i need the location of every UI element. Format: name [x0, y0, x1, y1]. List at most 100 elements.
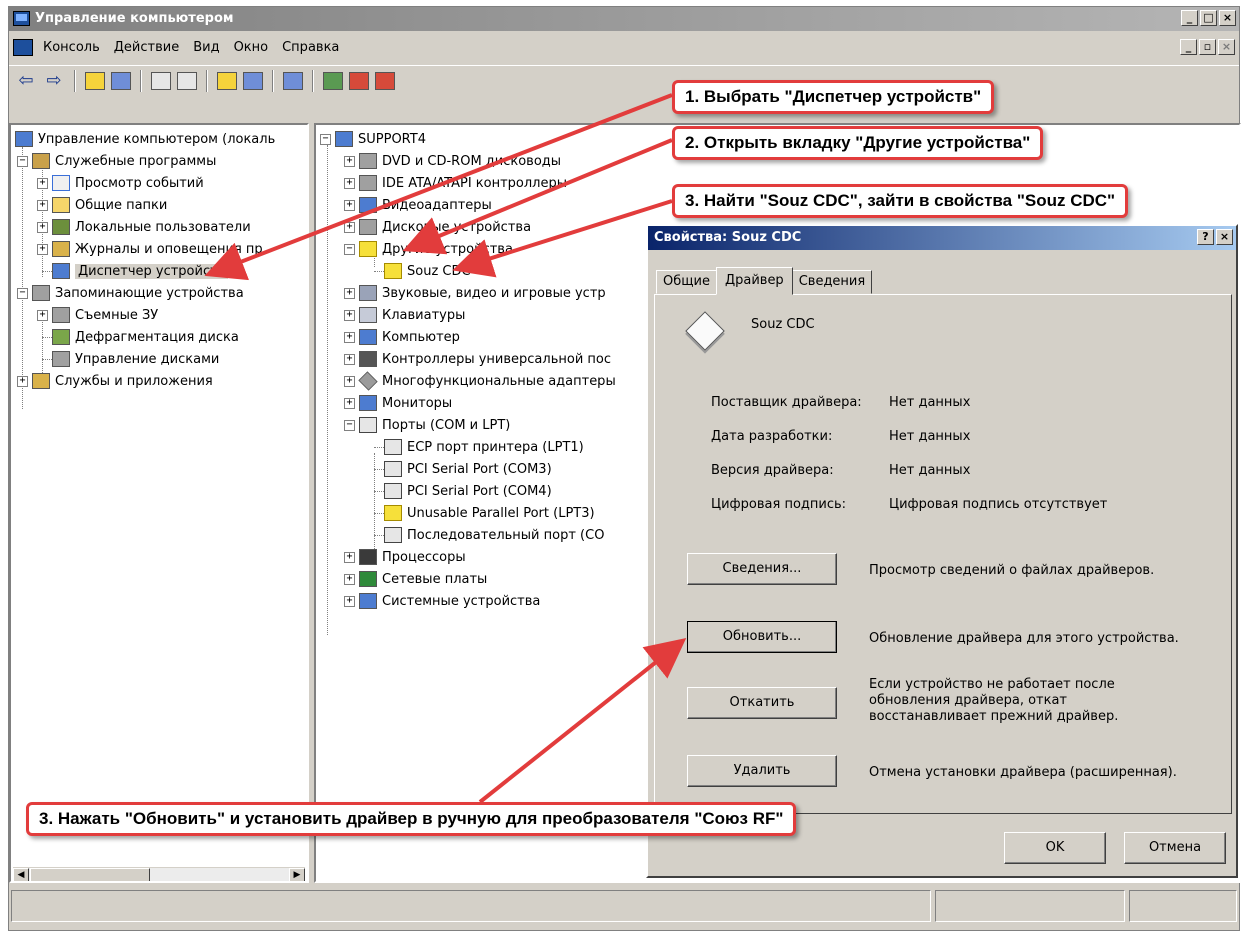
expand-icon[interactable]: + — [344, 331, 355, 343]
rollback-driver-button[interactable]: Откатить — [687, 687, 837, 719]
expand-icon[interactable]: + — [344, 309, 355, 321]
menu-window[interactable]: Окно — [230, 40, 279, 55]
tree-item-device-manager[interactable]: Диспетчер устройств — [42, 261, 229, 281]
ok-button[interactable]: OK — [1004, 832, 1106, 864]
expand-icon[interactable]: + — [344, 573, 355, 585]
menu-action[interactable]: Действие — [110, 40, 189, 55]
tree-item-removable-storage[interactable]: + Съемные ЗУ — [37, 305, 158, 325]
tab-driver[interactable]: Драйвер — [715, 267, 793, 295]
scroll-left-icon[interactable]: ◀ — [13, 868, 29, 881]
back-arrow-icon[interactable]: ⇦ — [15, 70, 37, 91]
expand-icon[interactable]: + — [37, 177, 48, 189]
show-tree-icon[interactable] — [111, 71, 131, 90]
tree-item-system-tools[interactable]: − Служебные программы — [17, 151, 216, 171]
expand-icon[interactable]: + — [344, 375, 355, 387]
expand-icon[interactable]: + — [344, 353, 355, 365]
device-category-ide[interactable]: + IDE ATA/ATAPI контроллеры — [344, 173, 567, 193]
minimize-button[interactable]: _ — [1181, 10, 1198, 26]
mdi-minimize-button[interactable]: _ — [1180, 39, 1197, 55]
maximize-button[interactable]: □ — [1200, 10, 1217, 26]
help-button[interactable]: ? — [1197, 229, 1214, 245]
tab-general[interactable]: Общие — [656, 270, 717, 294]
collapse-icon[interactable]: − — [344, 243, 355, 255]
expand-icon[interactable]: + — [37, 309, 48, 321]
scroll-thumb[interactable] — [30, 868, 150, 881]
menu-help[interactable]: Справка — [278, 40, 349, 55]
expand-icon[interactable]: + — [344, 221, 355, 233]
console-tree-icon[interactable] — [243, 71, 263, 90]
menu-view[interactable]: Вид — [189, 40, 229, 55]
device-category-system[interactable]: + Системные устройства — [344, 591, 540, 611]
device-category-usb[interactable]: + Контроллеры универсальной пос — [344, 349, 611, 369]
expand-icon[interactable]: + — [344, 397, 355, 409]
expand-icon[interactable]: + — [344, 551, 355, 563]
tree-item-event-viewer[interactable]: + Просмотр событий — [37, 173, 204, 193]
device-category-multifunction[interactable]: + Многофункциональные адаптеры — [344, 371, 616, 391]
collapse-icon[interactable]: − — [17, 287, 28, 299]
tree-item-services-apps[interactable]: + Службы и приложения — [17, 371, 213, 391]
forward-arrow-icon[interactable]: ⇨ — [43, 70, 65, 91]
expand-icon[interactable]: + — [344, 287, 355, 299]
device-port-lpt1[interactable]: ECP порт принтера (LPT1) — [374, 437, 584, 457]
scan-hardware-icon[interactable] — [283, 71, 303, 90]
dialog-titlebar[interactable]: Свойства: Souz CDC ? × — [648, 226, 1236, 250]
console-icon[interactable] — [13, 38, 33, 56]
tab-details[interactable]: Сведения — [791, 270, 873, 294]
device-category-sound[interactable]: + Звуковые, видео и игровые устр — [344, 283, 606, 303]
expand-icon[interactable]: + — [344, 595, 355, 607]
collapse-icon[interactable]: − — [344, 419, 355, 431]
device-category-monitors[interactable]: + Мониторы — [344, 393, 452, 413]
device-category-other[interactable]: − Другие устройства — [344, 239, 513, 259]
expand-icon[interactable]: + — [37, 199, 48, 211]
device-tree-root[interactable]: − SUPPORT4 — [320, 129, 426, 149]
tree-item-storage[interactable]: − Запоминающие устройства — [17, 283, 244, 303]
scroll-right-icon[interactable]: ▶ — [289, 868, 305, 881]
uninstall-driver-button[interactable]: Удалить — [687, 755, 837, 787]
horizontal-scrollbar[interactable]: ◀ ▶ — [13, 867, 305, 881]
device-category-network[interactable]: + Сетевые платы — [344, 569, 487, 589]
menu-console[interactable]: Консоль — [39, 40, 110, 55]
tree-item-local-users[interactable]: + Локальные пользователи — [37, 217, 251, 237]
expand-icon[interactable]: + — [344, 199, 355, 211]
mdi-restore-button[interactable]: ▫ — [1199, 39, 1216, 55]
tree-item-logs-alerts[interactable]: + Журналы и оповещения пр — [37, 239, 263, 259]
expand-icon[interactable]: + — [344, 177, 355, 189]
tree-line — [374, 491, 384, 492]
device-port-lpt3[interactable]: Unusable Parallel Port (LPT3) — [374, 503, 595, 523]
driver-details-button[interactable]: Сведения... — [687, 553, 837, 585]
window-titlebar[interactable]: Управление компьютером _ □ × — [9, 7, 1239, 31]
update-driver-icon[interactable] — [323, 71, 343, 90]
mdi-close-button[interactable]: × — [1218, 39, 1235, 55]
expand-icon[interactable]: + — [344, 155, 355, 167]
device-category-ports[interactable]: − Порты (COM и LPT) — [344, 415, 510, 435]
update-driver-button[interactable]: Обновить... — [687, 621, 837, 653]
expand-icon[interactable]: + — [37, 243, 48, 255]
tree-item-defrag[interactable]: Дефрагментация диска — [42, 327, 239, 347]
tree-item-computer-management[interactable]: Управление компьютером (локаль — [15, 129, 275, 149]
expand-icon[interactable]: + — [17, 375, 28, 387]
print-icon[interactable] — [177, 71, 197, 90]
tree-item-disk-management[interactable]: Управление дисками — [42, 349, 219, 369]
device-category-dvd[interactable]: + DVD и CD-ROM дисководы — [344, 151, 561, 171]
collapse-icon[interactable]: − — [17, 155, 28, 167]
device-category-keyboards[interactable]: + Клавиатуры — [344, 305, 465, 325]
dialog-close-button[interactable]: × — [1216, 229, 1233, 245]
device-category-computer[interactable]: + Компьютер — [344, 327, 460, 347]
collapse-icon[interactable]: − — [320, 133, 331, 145]
up-folder-icon[interactable] — [85, 71, 105, 90]
uninstall-icon[interactable] — [349, 71, 369, 90]
device-port-serial[interactable]: Последовательный порт (CO — [374, 525, 604, 545]
device-souz-cdc[interactable]: Souz CDC — [374, 261, 471, 281]
tree-item-shared-folders[interactable]: + Общие папки — [37, 195, 167, 215]
close-button[interactable]: × — [1219, 10, 1236, 26]
device-category-cpu[interactable]: + Процессоры — [344, 547, 466, 567]
device-port-com4[interactable]: PCI Serial Port (COM4) — [374, 481, 552, 501]
device-category-disk-drives[interactable]: + Дисковые устройства — [344, 217, 531, 237]
expand-icon[interactable]: + — [37, 221, 48, 233]
cancel-button[interactable]: Отмена — [1124, 832, 1226, 864]
device-category-video[interactable]: + Видеоадаптеры — [344, 195, 492, 215]
help-icon[interactable] — [217, 71, 237, 90]
device-port-com3[interactable]: PCI Serial Port (COM3) — [374, 459, 552, 479]
disable-device-icon[interactable] — [375, 71, 395, 90]
properties-icon[interactable] — [151, 71, 171, 90]
